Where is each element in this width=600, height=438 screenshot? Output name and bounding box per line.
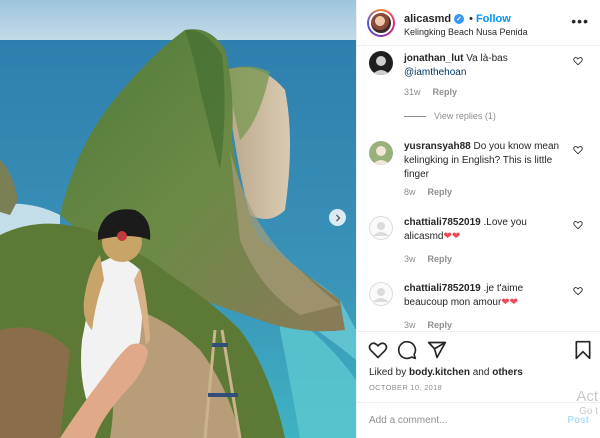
comment-username[interactable]: jonathan_lut — [404, 53, 463, 64]
comment-text: chattiali7852019 .Love you alicasmd❤❤ — [404, 216, 564, 244]
comment-time: 8w — [404, 187, 416, 197]
reply-button[interactable]: Reply — [428, 254, 453, 264]
post-actions: Liked by body.kitchen and others OCTOBER… — [357, 331, 600, 401]
comment-text: chattiali7852019 .je t'aime beaucoup mon… — [404, 282, 564, 310]
view-replies-label: View replies (1) — [434, 111, 496, 121]
default-avatar-icon — [369, 282, 393, 306]
post-header: alicasmd ✓ • Follow Kelingking Beach Nus… — [357, 0, 600, 46]
commenter-avatar[interactable] — [369, 282, 393, 306]
likes-prefix: Liked by — [369, 367, 407, 378]
heart-emoji: ❤❤ — [501, 297, 519, 308]
comment-meta: 31w Reply — [404, 87, 457, 97]
comment-meta: 3w Reply — [404, 254, 452, 264]
likes-others[interactable]: others — [492, 367, 523, 378]
heart-icon[interactable] — [573, 145, 583, 155]
post-date: OCTOBER 10, 2018 — [369, 383, 443, 392]
comment-time: 3w — [404, 320, 416, 330]
comment-time: 31w — [404, 87, 421, 97]
comment-text: jonathan_lut Va là-bas @iamthehoan — [404, 52, 564, 80]
add-comment-input[interactable] — [369, 411, 539, 429]
avatar-image — [372, 146, 390, 165]
reply-button[interactable]: Reply — [433, 87, 458, 97]
separator-dot: • — [469, 13, 473, 25]
post-location[interactable]: Kelingking Beach Nusa Penida — [404, 27, 528, 37]
likes-summary: Liked by body.kitchen and others — [369, 367, 523, 378]
heart-icon[interactable] — [368, 340, 388, 360]
verified-check-icon: ✓ — [454, 14, 465, 24]
bookmark-icon[interactable] — [573, 340, 593, 360]
author-row: alicasmd ✓ • Follow — [404, 13, 511, 25]
comment-meta: 8w Reply — [404, 187, 452, 197]
activation-watermark-sub: Go t — [579, 406, 598, 417]
share-icon[interactable] — [427, 340, 447, 360]
post-photo[interactable] — [0, 0, 356, 438]
comment-meta: 3w Reply — [404, 320, 452, 330]
comment-username[interactable]: chattiali7852019 — [404, 217, 481, 228]
likes-user[interactable]: body.kitchen — [409, 367, 470, 378]
heart-icon[interactable] — [573, 220, 583, 230]
commenter-avatar[interactable] — [369, 51, 393, 75]
comment-username[interactable]: yusransyah88 — [404, 141, 471, 152]
commenter-avatar[interactable] — [369, 141, 393, 165]
author-avatar[interactable] — [367, 9, 395, 37]
heart-icon[interactable] — [573, 56, 583, 66]
heart-icon[interactable] — [573, 286, 583, 296]
comment-text: yusransyah88 Do you know mean kelingking… — [404, 140, 564, 182]
more-options-icon[interactable]: ••• — [571, 13, 589, 29]
chevron-right-icon — [335, 214, 340, 221]
comments-list[interactable]: jonathan_lut Va là-bas @iamthehoan 31w R… — [357, 47, 600, 331]
view-replies-button[interactable]: View replies (1) — [404, 111, 496, 121]
follow-button[interactable]: Follow — [476, 13, 511, 25]
likes-and: and — [472, 367, 490, 378]
add-comment-bar: Post — [357, 402, 600, 438]
author-username[interactable]: alicasmd — [404, 13, 451, 25]
post-side-panel: alicasmd ✓ • Follow Kelingking Beach Nus… — [356, 0, 600, 438]
reply-button[interactable]: Reply — [428, 187, 453, 197]
comment-username[interactable]: chattiali7852019 — [404, 283, 481, 294]
carousel-next-button[interactable] — [329, 209, 346, 226]
comment-body: Va là-bas — [466, 53, 508, 64]
comment-icon[interactable] — [397, 340, 417, 360]
avatar-image — [372, 56, 390, 75]
reply-button[interactable]: Reply — [428, 320, 453, 330]
comment-time: 3w — [404, 254, 416, 264]
comment-mention[interactable]: @iamthehoan — [404, 67, 466, 78]
commenter-avatar[interactable] — [369, 216, 393, 240]
default-avatar-icon — [369, 216, 393, 240]
activation-watermark: Act — [576, 388, 598, 405]
heart-emoji: ❤❤ — [443, 231, 461, 242]
photo-image — [0, 0, 356, 438]
